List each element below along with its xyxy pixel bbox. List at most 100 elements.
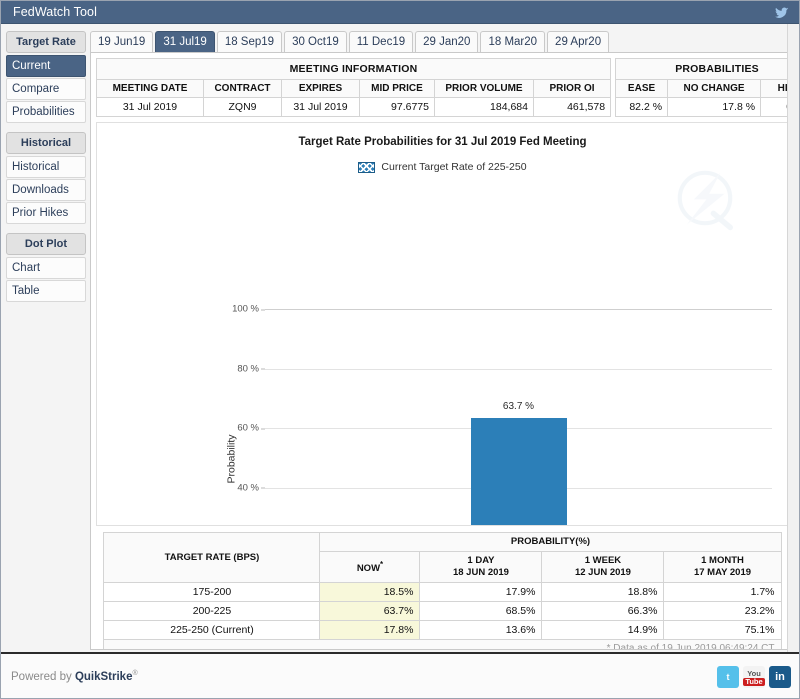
- cell-prior-oi: 461,578: [532, 97, 612, 117]
- sidebar-item-historical[interactable]: Historical: [6, 156, 86, 178]
- footer: Powered by QuikStrike® t You Tube in: [1, 652, 799, 698]
- sidebar-item-current[interactable]: Current: [6, 55, 86, 77]
- probabilities-summary-table: PROBABILITIES EASE NO CHANGE HIKE 82.2 %…: [615, 58, 794, 117]
- cell-mid-price: 97.6775: [359, 97, 435, 117]
- window-titlebar: FedWatch Tool: [1, 1, 799, 24]
- cell-no-change: 17.8 %: [667, 97, 762, 117]
- table-row: 31 Jul 2019 ZQN9 31 Jul 2019 97.6775 184…: [96, 97, 612, 117]
- sidebar-item-probabilities[interactable]: Probabilities: [6, 101, 86, 123]
- youtube-icon[interactable]: You Tube: [743, 666, 765, 688]
- col-prior-volume: PRIOR VOLUME: [434, 79, 534, 98]
- twitter-icon[interactable]: [773, 4, 791, 21]
- cell-meeting-date: 31 Jul 2019: [96, 97, 204, 117]
- bar-value-200-225: 63.7 %: [502, 401, 535, 413]
- bar-200-225[interactable]: 63.7 %: [470, 401, 567, 525]
- cell-month-0: 1.7%: [663, 582, 782, 602]
- col-prior-oi: PRIOR OI: [532, 79, 612, 98]
- tab-11-dec19[interactable]: 11 Dec19: [348, 31, 414, 52]
- gridline-100: 100 %: [232, 304, 772, 315]
- chart-y-axis-label: Probability: [225, 434, 238, 484]
- social-links: t You Tube in: [717, 666, 791, 688]
- col-1-week: 1 WEEK 12 JUN 2019: [541, 551, 665, 583]
- cell-rate-2: 225-250 (Current): [103, 620, 321, 640]
- content-area: 19 Jun19 31 Jul19 18 Sep19 30 Oct19 11 D…: [90, 24, 799, 652]
- legend-label-current-target-rate: Current Target Rate of 225-250: [381, 161, 527, 173]
- cell-day-2: 13.6%: [419, 620, 543, 640]
- col-ease: EASE: [615, 79, 669, 98]
- col-target-rate-bps: TARGET RATE (BPS): [103, 532, 321, 583]
- cell-rate-1: 200-225: [103, 601, 321, 621]
- sidebar-header-dot-plot: Dot Plot: [6, 233, 86, 255]
- table-row: * Data as of 19 Jun 2019 06:49:24 CT: [103, 639, 782, 649]
- cell-expires: 31 Jul 2019: [281, 97, 360, 117]
- cell-prior-volume: 184,684: [434, 97, 534, 117]
- cell-week-2: 14.9%: [541, 620, 665, 640]
- summary-tables-row: MEETING INFORMATION MEETING DATE CONTRAC…: [95, 58, 794, 117]
- col-contract: CONTRACT: [203, 79, 282, 98]
- chart-title: Target Rate Probabilities for 31 Jul 201…: [298, 136, 587, 148]
- sidebar-group-dot-plot: Dot Plot Chart Table: [6, 233, 86, 302]
- probability-percent-title: PROBABILITY(%): [319, 532, 782, 552]
- cell-now-1: 63.7%: [319, 601, 421, 621]
- legend-swatch-current-target-rate: [358, 161, 376, 173]
- tab-29-jan20[interactable]: 29 Jan20: [415, 31, 479, 52]
- quikstrike-watermark-icon: [677, 170, 733, 231]
- twitter-icon[interactable]: t: [717, 666, 739, 688]
- vertical-scrollbar[interactable]: [787, 24, 799, 652]
- cell-week-0: 18.8%: [541, 582, 665, 602]
- col-now: NOW*: [319, 551, 421, 583]
- sidebar-header-target-rate: Target Rate: [6, 31, 86, 53]
- tab-29-apr20[interactable]: 29 Apr20: [547, 31, 610, 52]
- cell-now-2: 17.8%: [319, 620, 421, 640]
- sidebar-item-downloads[interactable]: Downloads: [6, 179, 86, 201]
- cell-ease: 82.2 %: [615, 97, 669, 117]
- cell-now-0: 18.5%: [319, 582, 421, 602]
- ytick-80: 80 %: [237, 363, 265, 375]
- sidebar-group-historical: Historical Historical Downloads Prior Hi…: [6, 132, 86, 224]
- meeting-information-table: MEETING INFORMATION MEETING DATE CONTRAC…: [95, 58, 612, 117]
- probability-detail-section: TARGET RATE (BPS) PROBABILITY(%) NOW* 1 …: [96, 532, 789, 649]
- cell-day-0: 17.9%: [419, 582, 543, 602]
- meeting-information-title: MEETING INFORMATION: [95, 58, 612, 80]
- probabilities-title: PROBABILITIES: [615, 58, 794, 80]
- cell-day-1: 68.5%: [419, 601, 543, 621]
- sidebar-item-chart[interactable]: Chart: [6, 257, 86, 279]
- fedwatch-app: FedWatch Tool Target Rate Current Compar…: [0, 0, 800, 699]
- sidebar-item-prior-hikes[interactable]: Prior Hikes: [6, 202, 86, 224]
- linkedin-icon[interactable]: in: [769, 666, 791, 688]
- table-row: 82.2 % 17.8 % 0.0 %: [615, 97, 794, 117]
- table-row: 200-225 63.7% 68.5% 66.3% 23.2%: [103, 601, 782, 621]
- gridline-80: 80 %: [237, 363, 772, 374]
- col-mid-price: MID PRICE: [359, 79, 435, 98]
- tab-panel: MEETING INFORMATION MEETING DATE CONTRAC…: [90, 52, 795, 650]
- ytick-60: 60 %: [237, 422, 265, 434]
- tab-31-jul19[interactable]: 31 Jul19: [155, 31, 215, 52]
- ytick-40: 40 %: [237, 482, 265, 494]
- app-body: Target Rate Current Compare Probabilitie…: [1, 24, 799, 652]
- cell-week-1: 66.3%: [541, 601, 665, 621]
- cell-rate-0: 175-200: [103, 582, 321, 602]
- ytick-100: 100 %: [232, 303, 265, 315]
- cell-contract: ZQN9: [203, 97, 282, 117]
- table-row: 225-250 (Current) 17.8% 13.6% 14.9% 75.1…: [103, 620, 782, 640]
- table-row: 175-200 18.5% 17.9% 18.8% 1.7%: [103, 582, 782, 602]
- tab-18-mar20[interactable]: 18 Mar20: [480, 31, 546, 52]
- col-no-change: NO CHANGE: [667, 79, 762, 98]
- col-expires: EXPIRES: [281, 79, 360, 98]
- sidebar-group-target-rate: Target Rate Current Compare Probabilitie…: [6, 31, 86, 123]
- sidebar-item-compare[interactable]: Compare: [6, 78, 86, 100]
- meeting-date-tabs: 19 Jun19 31 Jul19 18 Sep19 30 Oct19 11 D…: [90, 30, 795, 52]
- chart-plot-area: Probability 0 % 20 % 40 % 60 % 80 % 100 …: [226, 304, 772, 525]
- tab-30-oct19[interactable]: 30 Oct19: [284, 31, 347, 52]
- window-title: FedWatch Tool: [13, 5, 97, 19]
- col-1-day: 1 DAY 18 JUN 2019: [419, 551, 543, 583]
- tab-18-sep19[interactable]: 18 Sep19: [216, 31, 283, 52]
- sidebar-item-table[interactable]: Table: [6, 280, 86, 302]
- cell-month-1: 23.2%: [663, 601, 782, 621]
- sidebar-header-historical: Historical: [6, 132, 86, 154]
- powered-by-label: Powered by QuikStrike®: [11, 669, 138, 683]
- sidebar: Target Rate Current Compare Probabilitie…: [1, 24, 90, 652]
- cell-month-2: 75.1%: [663, 620, 782, 640]
- probability-detail-table: TARGET RATE (BPS) PROBABILITY(%) NOW* 1 …: [103, 532, 782, 649]
- tab-19-jun19[interactable]: 19 Jun19: [90, 31, 154, 52]
